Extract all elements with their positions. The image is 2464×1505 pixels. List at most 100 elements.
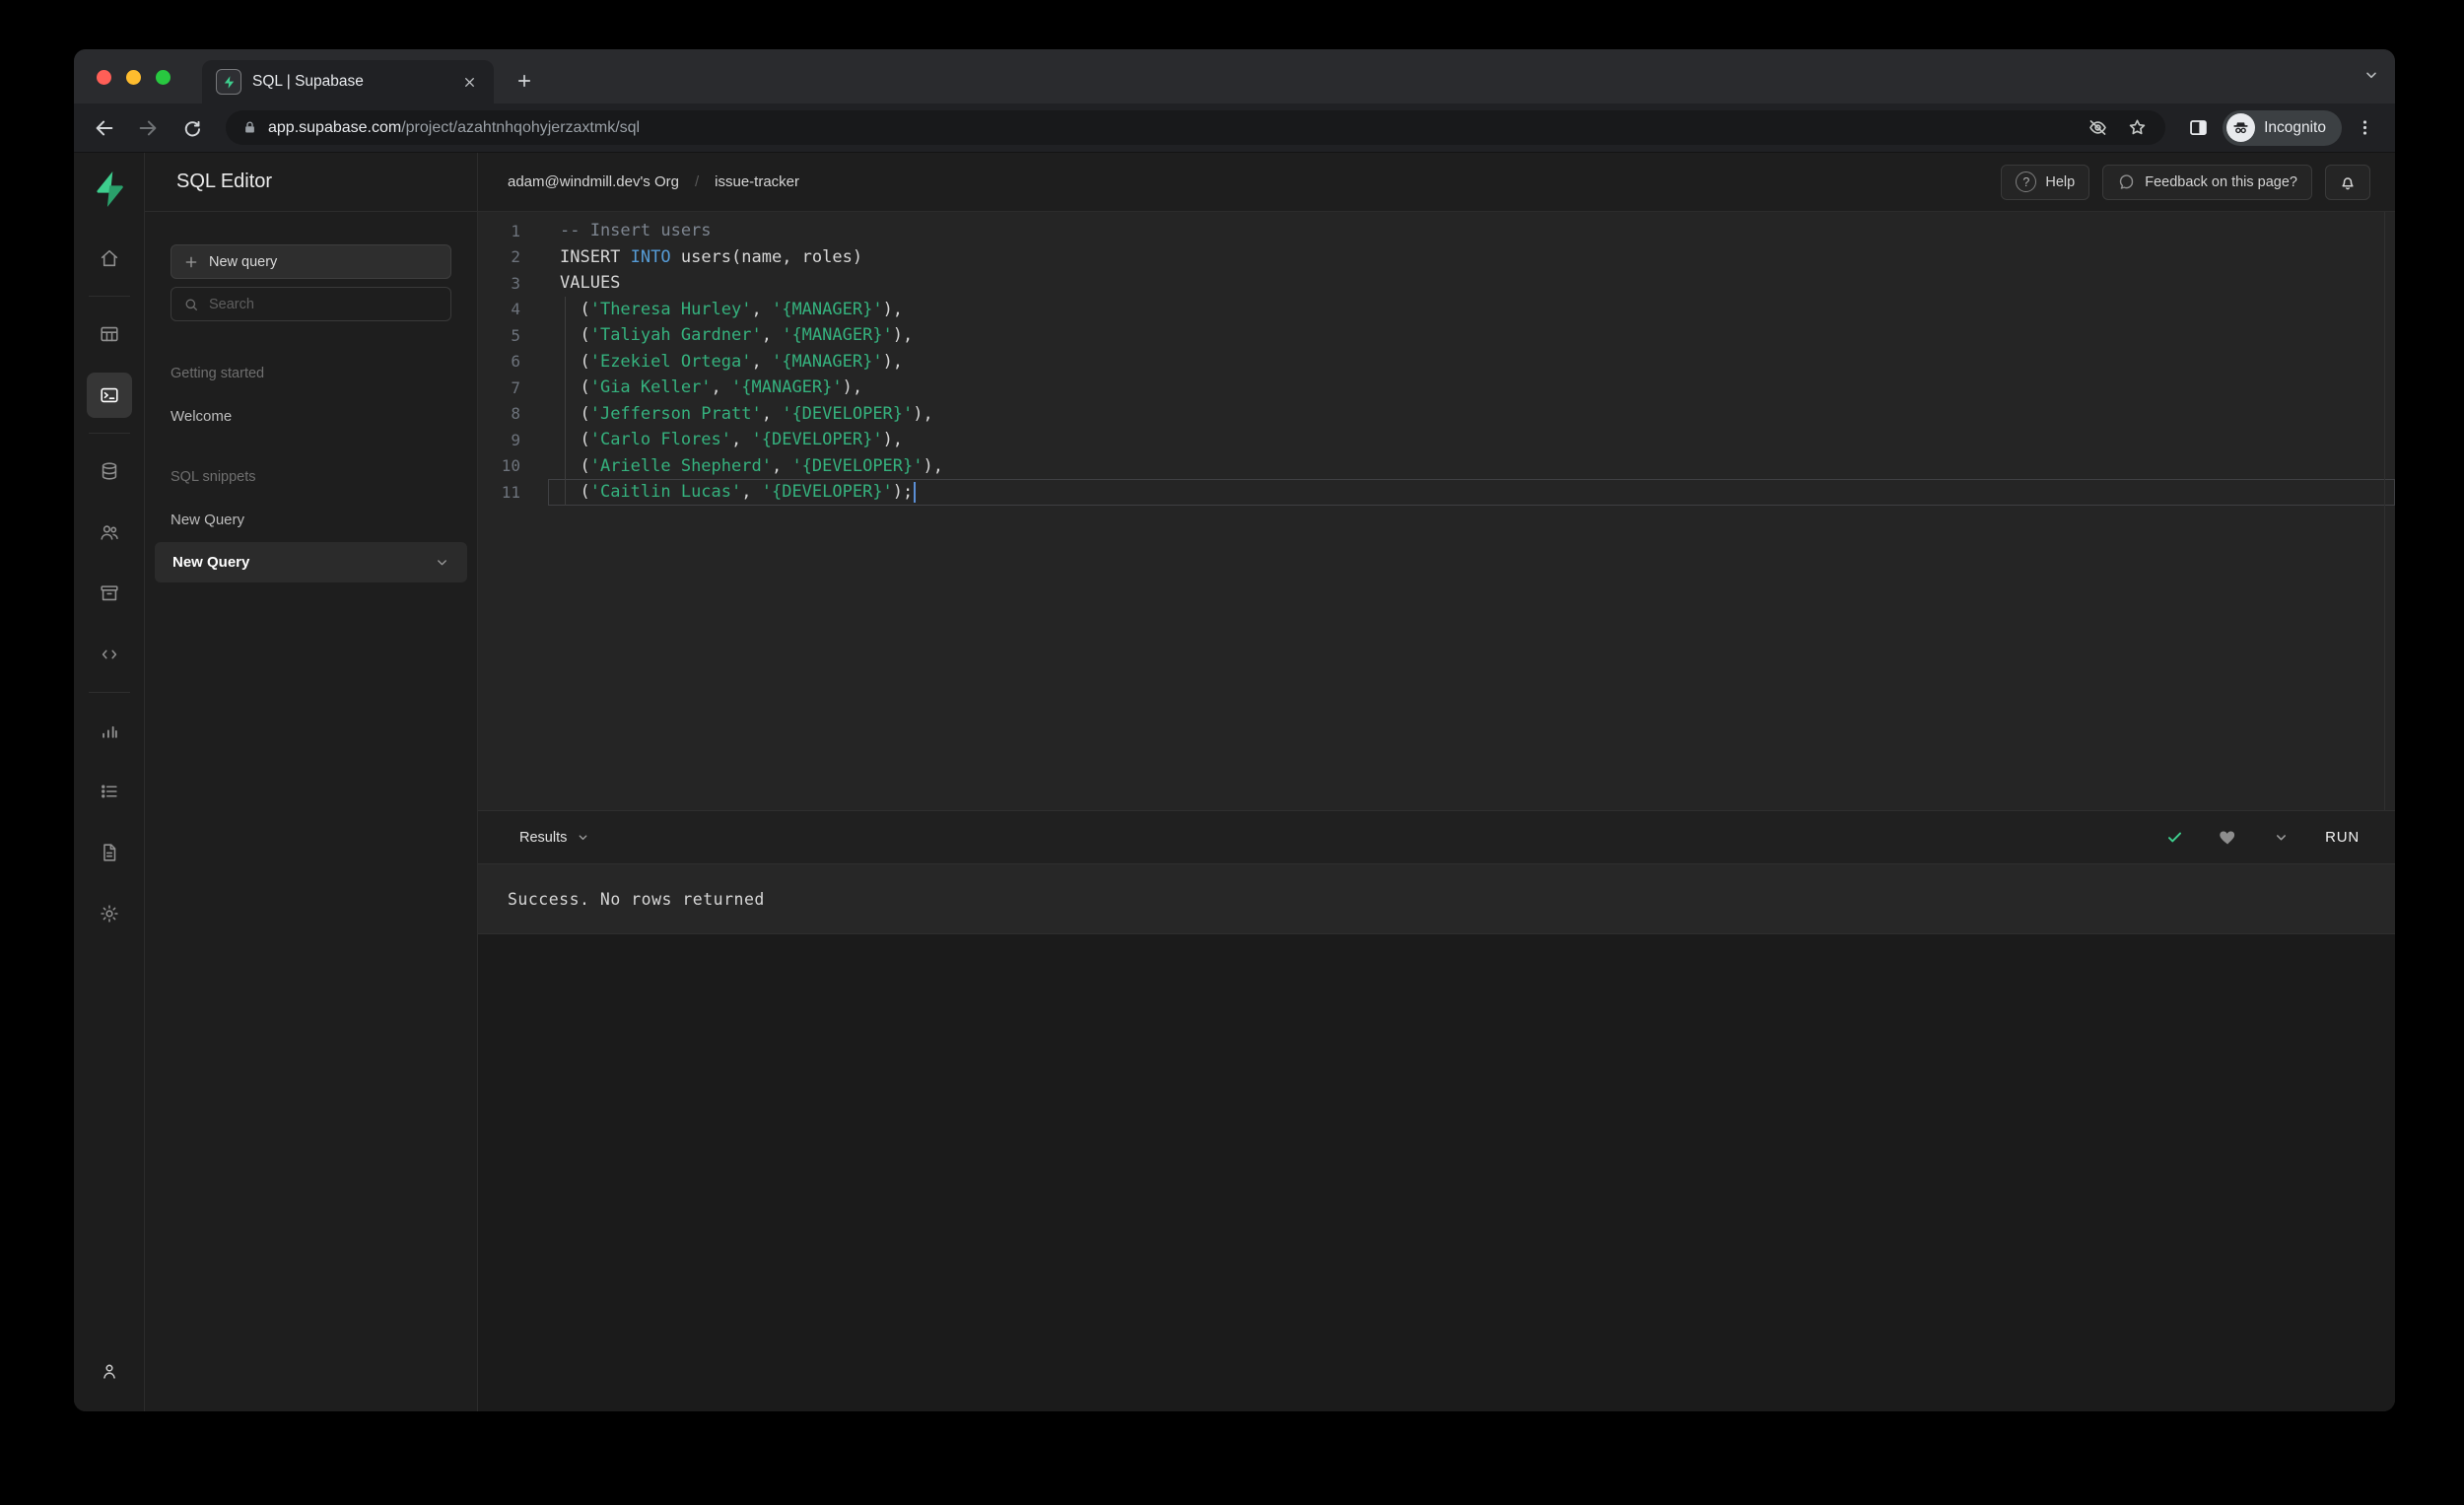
line-number: 1 — [511, 221, 520, 240]
sidebar-item[interactable]: Welcome — [171, 408, 451, 425]
code-line-2[interactable]: 2 INSERT INTO users(name, roles) — [478, 244, 2395, 271]
sql-editor-icon — [99, 384, 120, 406]
auth-users-icon — [99, 521, 120, 543]
code-text: ('Arielle Shepherd', '{DEVELOPER}'), — [548, 452, 2395, 480]
new-tab-button[interactable] — [510, 66, 539, 96]
results-toolbar: Results RUN — [478, 810, 2395, 864]
tab-search-chevron-icon[interactable] — [2363, 67, 2379, 83]
code-icon — [99, 644, 120, 665]
code-text: ('Theresa Hurley', '{MANAGER}'), — [548, 296, 2395, 323]
code-line-10[interactable]: 10 ('Arielle Shepherd', '{DEVELOPER}'), — [478, 452, 2395, 480]
search-icon — [183, 297, 199, 312]
text-cursor — [914, 481, 917, 503]
run-options-chevron-icon[interactable] — [2262, 821, 2299, 855]
search-input[interactable] — [209, 296, 439, 312]
browser-window: SQL | Supabase app.supabase.com/project/… — [74, 49, 2395, 1411]
nav-auth[interactable] — [87, 510, 132, 555]
sidebar-item-selected[interactable]: New Query — [155, 542, 467, 582]
editor-scrollbar[interactable] — [2384, 212, 2395, 810]
help-button[interactable]: ? Help — [2001, 164, 2090, 200]
line-number: 4 — [511, 300, 520, 319]
forward-button[interactable] — [129, 109, 167, 147]
nav-home[interactable] — [87, 236, 132, 281]
side-panel-icon[interactable] — [2179, 111, 2217, 145]
nav-database[interactable] — [87, 448, 132, 494]
sql-code-editor[interactable]: 1 -- Insert users 2 INSERT INTO users(name,… — [478, 212, 2395, 810]
supabase-logo-icon[interactable] — [90, 167, 129, 212]
incognito-badge: Incognito — [2223, 109, 2342, 146]
favorite-heart-icon[interactable] — [2209, 821, 2246, 855]
sidebar-item[interactable]: New Query — [171, 512, 451, 528]
breadcrumb-project[interactable]: issue-tracker — [715, 173, 799, 190]
incognito-icon — [2226, 113, 2256, 142]
sidebar-header: SQL Editor — [145, 153, 477, 212]
results-chevron-icon[interactable] — [577, 831, 589, 844]
nav-sql-editor[interactable] — [86, 373, 132, 418]
hide-eye-icon[interactable] — [2083, 117, 2112, 138]
url-bar[interactable]: app.supabase.com/project/azahtnhqohyjerz… — [226, 110, 2166, 145]
help-button-label: Help — [2045, 173, 2076, 190]
logs-icon — [99, 781, 120, 802]
code-text: ('Taliyah Gardner', '{MANAGER}'), — [548, 322, 2395, 349]
code-line-7[interactable]: 7 ('Gia Keller', '{MANAGER}'), — [478, 375, 2395, 401]
supabase-app: SQL Editor New query Getting started Welc… — [74, 153, 2395, 1411]
notifications-button[interactable] — [2325, 164, 2370, 200]
code-line-6[interactable]: 6 ('Ezekiel Ortega', '{MANAGER}'), — [478, 348, 2395, 376]
sidebar-item-label: New Query — [172, 554, 250, 571]
rail-divider — [88, 692, 130, 693]
zoom-window-button[interactable] — [156, 70, 171, 85]
database-icon — [99, 460, 120, 482]
nav-edge-functions[interactable] — [87, 632, 132, 677]
new-query-button[interactable]: New query — [171, 244, 451, 279]
chevron-down-icon[interactable] — [435, 555, 449, 570]
api-docs-icon — [99, 842, 120, 863]
back-button[interactable] — [86, 109, 123, 147]
nav-settings[interactable] — [87, 891, 132, 936]
nav-rail — [74, 153, 145, 1411]
home-icon — [99, 247, 120, 269]
storage-icon — [99, 582, 120, 604]
browser-menu-icon[interactable] — [2348, 111, 2381, 145]
results-tab[interactable]: Results — [519, 830, 567, 846]
help-icon: ? — [2016, 171, 2037, 192]
breadcrumb-org[interactable]: adam@windmill.dev's Org — [508, 173, 679, 190]
traffic-lights — [97, 70, 171, 85]
feedback-button[interactable]: Feedback on this page? — [2102, 164, 2312, 200]
code-text: VALUES — [560, 273, 621, 294]
nav-table-editor[interactable] — [87, 311, 132, 357]
code-line-11[interactable]: 11 ('Caitlin Lucas', '{DEVELOPER}'); — [478, 479, 2395, 506]
tab-title: SQL | Supabase — [252, 73, 364, 90]
nav-account[interactable] — [87, 1348, 132, 1394]
browser-tab[interactable]: SQL | Supabase — [202, 60, 494, 103]
line-number: 10 — [501, 456, 520, 476]
reports-icon — [99, 719, 120, 741]
empty-area — [478, 934, 2395, 1411]
run-button[interactable]: RUN — [2315, 829, 2373, 846]
code-line-4[interactable]: 4 ('Theresa Hurley', '{MANAGER}'), — [478, 296, 2395, 323]
settings-icon — [99, 903, 120, 924]
url-domain: app.supabase.com — [268, 118, 402, 136]
reload-button[interactable] — [172, 109, 210, 147]
line-number: 3 — [511, 273, 520, 293]
nav-logs[interactable] — [87, 769, 132, 814]
bookmark-star-icon[interactable] — [2122, 117, 2152, 138]
code-line-8[interactable]: 8 ('Jefferson Pratt', '{DEVELOPER}'), — [478, 400, 2395, 428]
nav-storage[interactable] — [87, 571, 132, 616]
search-box[interactable] — [171, 287, 451, 321]
tab-close-icon[interactable] — [458, 71, 480, 93]
code-line-9[interactable]: 9 ('Carlo Flores', '{DEVELOPER}'), — [478, 427, 2395, 453]
minimize-window-button[interactable] — [126, 70, 141, 85]
main-header: adam@windmill.dev's Org / issue-tracker … — [478, 153, 2395, 212]
rail-divider — [88, 433, 130, 434]
code-line-3[interactable]: 3 VALUES — [478, 270, 2395, 297]
code-line-1[interactable]: 1 -- Insert users — [478, 218, 2395, 244]
code-line-5[interactable]: 5 ('Taliyah Gardner', '{MANAGER}'), — [478, 322, 2395, 349]
code-text: -- Insert users — [560, 221, 712, 241]
sql-editor-sidebar: SQL Editor New query Getting started Welc… — [145, 153, 478, 1411]
close-window-button[interactable] — [97, 70, 111, 85]
plus-icon — [183, 254, 199, 270]
page-title: SQL Editor — [176, 171, 273, 192]
nav-api-docs[interactable] — [87, 830, 132, 875]
section-label: SQL snippets — [171, 469, 256, 485]
nav-reports[interactable] — [87, 708, 132, 753]
